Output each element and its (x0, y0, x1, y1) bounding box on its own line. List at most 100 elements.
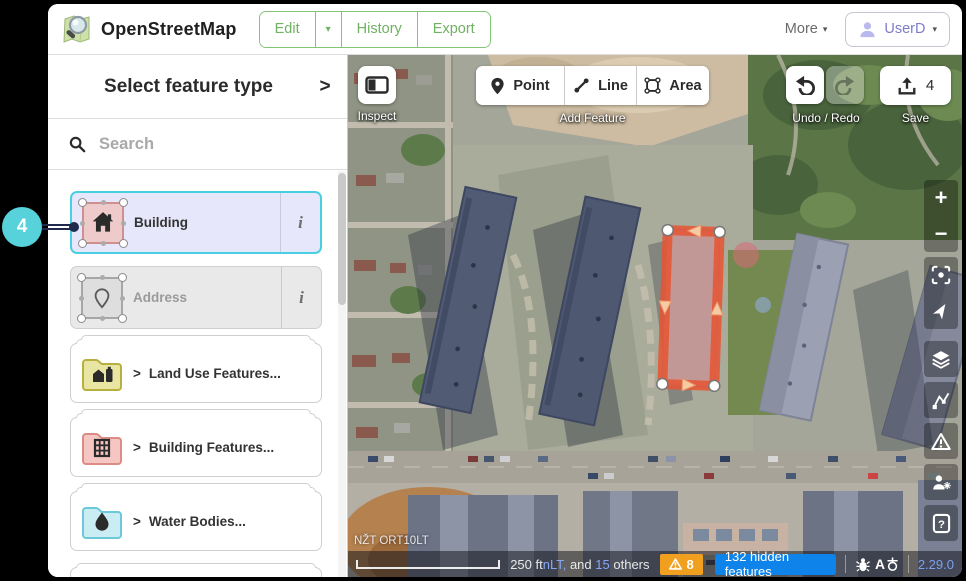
compass-arrow-button[interactable] (924, 293, 958, 329)
hidden-features-badge[interactable]: 132 hidden features (715, 554, 836, 575)
preset-info-button[interactable]: i (281, 267, 321, 328)
redo-icon (834, 75, 856, 95)
export-button[interactable]: Export (417, 12, 490, 47)
osm-logo-icon (60, 13, 93, 46)
geolocate-button[interactable] (924, 257, 958, 293)
edit-button[interactable]: Edit (260, 12, 315, 47)
chevron-right-icon: > (133, 366, 141, 381)
scale-label: 250 ft (510, 557, 543, 572)
warning-triangle-icon (669, 558, 682, 570)
midpoint-dot (80, 221, 85, 226)
preset-item-building[interactable]: Building i (70, 191, 322, 254)
imagery-attribution: NŽT ORT10LT (354, 535, 429, 547)
category-item-water-bodies[interactable]: > Water Bodies... (70, 491, 322, 551)
preset-item-address[interactable]: Address i (70, 266, 322, 329)
midpoint-dot (79, 296, 84, 301)
building-preset-icon-wrap (72, 193, 134, 252)
undo-icon (794, 75, 816, 95)
map-controls: + − (924, 180, 958, 546)
issues-count-badge[interactable]: 8 (660, 554, 703, 575)
warning-triangle-icon (931, 432, 951, 451)
user-avatar-icon (858, 20, 877, 39)
help-button[interactable]: ? (924, 505, 958, 541)
midpoint-dot (100, 316, 105, 321)
save-count-badge: 4 (926, 77, 934, 94)
chevron-right-icon: > (133, 514, 141, 529)
history-button[interactable]: History (341, 12, 417, 47)
address-preset-icon-wrap (71, 267, 133, 328)
step-callout-badge: 4 (2, 207, 42, 247)
more-menu-button[interactable]: More ▾ (785, 21, 828, 37)
redo-button[interactable] (826, 66, 864, 104)
svg-text:?: ? (938, 518, 945, 530)
search-icon (68, 135, 86, 153)
sidebar-header: Select feature type > (48, 55, 347, 119)
search-bar[interactable]: Search (48, 119, 347, 170)
user-name-label: UserD (884, 21, 925, 37)
inspect-label: Inspect (348, 109, 406, 123)
add-area-button[interactable]: Area (636, 66, 709, 105)
undo-button[interactable] (786, 66, 824, 104)
point-marker-icon (490, 77, 505, 95)
midpoint-dot (120, 296, 125, 301)
caret-down-icon: ▾ (823, 24, 828, 35)
chevron-right-icon: > (133, 440, 141, 455)
top-navbar: OpenStreetMap Edit ▾ History Export More… (48, 4, 962, 55)
category-item-building-features[interactable]: > Building Features... (70, 417, 322, 477)
preset-list: Building i Address i (48, 171, 347, 577)
vertex-dot (77, 314, 86, 323)
map-data-button[interactable] (924, 382, 958, 418)
inspect-icon (365, 76, 389, 94)
layers-icon (931, 349, 951, 369)
bug-report-icon[interactable] (855, 557, 871, 572)
marker-outline-icon (91, 286, 113, 310)
edit-dropdown-caret[interactable]: ▾ (315, 12, 341, 47)
save-button[interactable]: 4 (880, 66, 951, 105)
preferences-button[interactable] (924, 464, 958, 500)
map-canvas[interactable]: Inspect Point Line (348, 55, 962, 577)
preset-sidebar: Select feature type > Search (48, 55, 348, 577)
user-menu-button[interactable]: UserD ▾ (845, 12, 950, 47)
map-data-icon (931, 390, 951, 410)
preset-label: Address (133, 267, 281, 328)
inspect-button[interactable] (358, 66, 396, 104)
vertex-dot (119, 198, 128, 207)
category-label: > Land Use Features... (133, 366, 321, 381)
add-line-button[interactable]: Line (564, 66, 636, 105)
selected-building[interactable] (656, 224, 726, 392)
add-feature-label: Add Feature (476, 111, 709, 125)
upload-icon (897, 76, 917, 96)
chevron-right-icon[interactable]: > (303, 76, 347, 98)
search-input[interactable]: Search (99, 135, 154, 154)
sidebar-scrollbar-thumb[interactable] (338, 173, 346, 305)
category-label: > Water Bodies... (133, 514, 321, 529)
preset-info-button[interactable]: i (280, 193, 320, 252)
callout-connector-line (42, 224, 72, 230)
vertex-dot (78, 239, 87, 248)
midpoint-dot (100, 275, 105, 280)
zoom-out-button[interactable]: − (924, 216, 958, 252)
vertex-dot (118, 273, 127, 282)
scale-bar (356, 560, 500, 569)
issues-button[interactable] (924, 423, 958, 459)
zoom-in-button[interactable]: + (924, 180, 958, 216)
edit-button-group: Edit ▾ History Export (259, 11, 491, 48)
version-label[interactable]: 2.29.0 (918, 557, 954, 572)
add-point-button[interactable]: Point (476, 66, 564, 105)
translate-icon[interactable]: A (875, 556, 899, 572)
attribution-link[interactable]: 15 (595, 557, 609, 572)
attribution-link[interactable]: nLT, (543, 557, 567, 572)
category-label: > Building Features... (133, 440, 321, 455)
osm-brand[interactable]: OpenStreetMap (60, 13, 237, 46)
brand-title: OpenStreetMap (101, 19, 237, 40)
layers-button[interactable] (924, 341, 958, 377)
caret-down-icon: ▾ (326, 24, 331, 35)
undo-redo-label: Undo / Redo (776, 111, 876, 125)
category-item-partial[interactable] (70, 567, 322, 577)
category-item-land-use[interactable]: > Land Use Features... (70, 343, 322, 403)
callout-anchor-dot (69, 222, 79, 232)
folder-water-icon (80, 501, 124, 541)
building-preset-icon (82, 202, 124, 244)
area-icon (644, 77, 661, 94)
compass-arrow-icon (932, 302, 950, 320)
